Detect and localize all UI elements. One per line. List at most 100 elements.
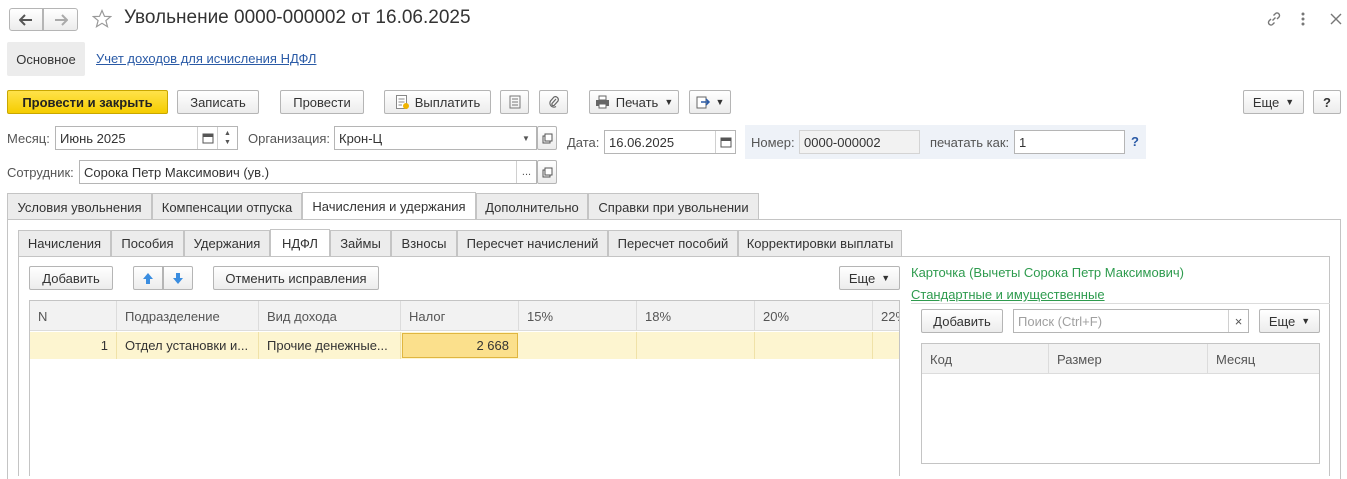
tab-main-label: Основное [16,51,76,67]
pay-button[interactable]: Выплатить [384,90,491,114]
cell-22[interactable] [873,332,899,359]
date-field[interactable]: 16.06.2025 [604,130,736,154]
ndfl-more-label: Еще [848,270,876,286]
cell-15[interactable] [519,332,637,359]
organization-open-button[interactable] [537,126,557,150]
stepper-down-icon[interactable]: ▼ [224,138,231,147]
print-label: Печать [615,94,659,110]
more-label: Еще [1252,94,1280,110]
employee-field[interactable]: Сорока Петр Максимович (ув.) ... [79,160,537,184]
cell-income-type[interactable]: Прочие денежные... [259,332,401,359]
subtab-recalc-benefits-label: Пересчет пособий [617,236,729,251]
subtab-ndfl[interactable]: НДФЛ [270,229,330,256]
subtab-accruals-label: Начисления [27,236,102,251]
tab-dismissal-conditions[interactable]: Условия увольнения [7,193,152,220]
col-amount[interactable]: Размер [1049,344,1208,374]
organization-dropdown[interactable]: ▼ [516,127,536,149]
subtab-recalc-accruals[interactable]: Пересчет начислений [457,230,608,256]
col-20[interactable]: 20% [755,301,873,331]
search-input[interactable]: Поиск (Ctrl+F) × [1013,309,1249,333]
attach-button[interactable] [539,90,568,114]
save-button[interactable]: Записать [177,90,259,114]
subtab-loans[interactable]: Займы [330,230,391,256]
cancel-corrections-label: Отменить исправления [225,270,367,286]
subtab-recalc-benefits[interactable]: Пересчет пособий [608,230,738,256]
number-field[interactable]: 0000-000002 [799,130,920,154]
post-and-close-button[interactable]: Провести и закрыть [7,90,168,114]
print-as-help[interactable]: ? [1131,134,1139,149]
cell-18[interactable] [637,332,755,359]
forward-button[interactable] [43,8,78,31]
employee-open-button[interactable] [537,160,557,184]
col-department[interactable]: Подразделение [117,301,259,331]
employee-value: Сорока Петр Максимович (ув.) [84,164,270,180]
col-22[interactable]: 22% [873,301,899,331]
post-button[interactable]: Провести [280,90,364,114]
stepper-up-icon[interactable]: ▲ [224,129,231,138]
chevron-down-icon: ▼ [715,97,725,107]
tab-main[interactable]: Основное [7,42,85,76]
cell-20[interactable] [755,332,873,359]
subtab-benefits[interactable]: Пособия [111,230,184,256]
journal-button[interactable] [500,90,529,114]
cell-tax[interactable]: 2 668 [402,333,518,358]
col-n[interactable]: N [30,301,117,331]
ndfl-table: N Подразделение Вид дохода Налог 15% 18%… [29,300,900,476]
col-code[interactable]: Код [922,344,1049,374]
chevron-down-icon: ▼ [881,273,891,283]
month-field[interactable]: Июнь 2025 ▲ ▼ [55,126,238,150]
date-calendar-button[interactable] [715,131,735,153]
table-row[interactable]: 1 Отдел установки и... Прочие денежные..… [30,332,899,359]
calendar-button[interactable] [197,127,217,149]
kebab-icon[interactable] [1296,9,1310,29]
tab-additional[interactable]: Дополнительно [476,193,588,220]
search-clear-button[interactable]: × [1228,310,1248,332]
link-icon[interactable] [1264,9,1284,29]
col-income-type[interactable]: Вид дохода [259,301,401,331]
close-icon[interactable] [1326,9,1346,29]
star-icon[interactable] [91,8,113,30]
subtab-accruals[interactable]: Начисления [18,230,111,256]
cancel-corrections-button[interactable]: Отменить исправления [213,266,379,290]
col-month[interactable]: Месяц [1208,344,1319,374]
subtab-deductions[interactable]: Удержания [184,230,270,256]
arrow-up-icon [142,272,154,285]
tab-accruals-deductions[interactable]: Начисления и удержания [302,192,476,220]
cell-department[interactable]: Отдел установки и... [117,332,259,359]
back-button[interactable] [9,8,43,31]
pay-label: Выплатить [414,94,481,110]
print-as-value: 1 [1019,134,1027,150]
ndfl-add-button[interactable]: Добавить [29,266,113,290]
deductions-more-button[interactable]: Еще ▼ [1259,309,1320,333]
cell-n[interactable]: 1 [30,332,117,359]
subtab-loans-label: Займы [340,236,381,251]
ndfl-more-button[interactable]: Еще ▼ [839,266,900,290]
col-18[interactable]: 18% [637,301,755,331]
employee-select-button[interactable]: ... [516,161,536,183]
create-based-on-button[interactable]: ▼ [689,90,731,114]
help-button[interactable]: ? [1313,90,1341,114]
print-as-field[interactable]: 1 [1014,130,1125,154]
tab-vacation-compensation[interactable]: Компенсации отпуска [152,193,302,220]
subtab-contributions[interactable]: Взносы [391,230,457,256]
deductions-divider [911,303,1330,304]
col-tax[interactable]: Налог [401,301,519,331]
organization-label: Организация: [248,131,331,146]
ndfl-accounting-link[interactable]: Учет доходов для исчисления НДФЛ [96,51,316,66]
more-button[interactable]: Еще ▼ [1243,90,1304,114]
print-button[interactable]: Печать ▼ [589,90,679,114]
move-up-button[interactable] [133,266,163,290]
move-down-button[interactable] [163,266,193,290]
number-label: Номер: [751,135,795,150]
col-15[interactable]: 15% [519,301,637,331]
month-stepper[interactable]: ▲ ▼ [217,127,237,149]
deductions-add-button[interactable]: Добавить [921,309,1003,333]
subtab-ndfl-label: НДФЛ [282,235,318,251]
organization-field[interactable]: Крон-Ц ▼ [334,126,537,150]
standard-deductions-link[interactable]: Стандартные и имущественные [911,287,1105,302]
deductions-table-header: Код Размер Месяц [922,344,1319,374]
tab-dismissal-certificates[interactable]: Справки при увольнении [588,193,759,220]
arrow-left-icon [19,13,33,26]
subtab-payment-corrections[interactable]: Корректировки выплаты [738,230,902,256]
organization-value: Крон-Ц [339,130,383,146]
